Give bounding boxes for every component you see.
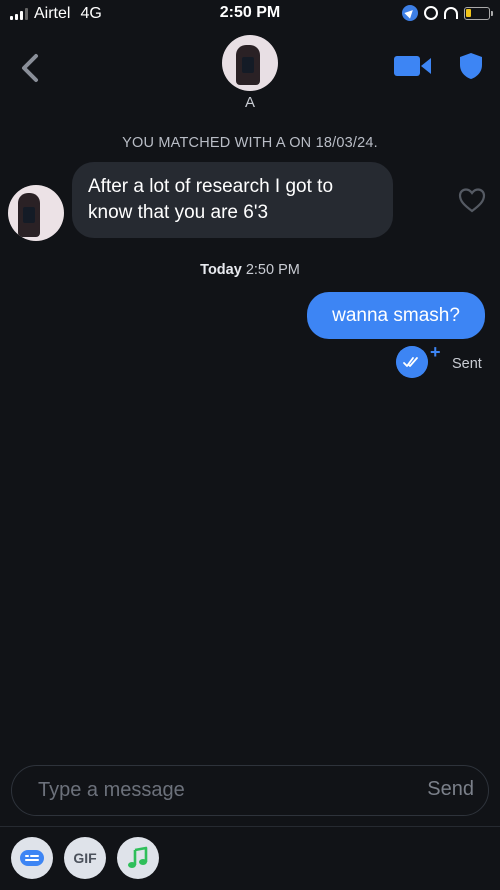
chat-header: A: [0, 30, 500, 111]
headphones-icon: [444, 7, 458, 19]
avatar-phone: [23, 207, 35, 223]
gif-icon: GIF: [73, 850, 97, 866]
status-bar: Airtel 4G 2:50 PM: [0, 0, 500, 30]
double-check-icon[interactable]: [396, 346, 428, 378]
music-icon: [128, 846, 148, 868]
heart-icon[interactable]: [458, 187, 486, 213]
message-avatar[interactable]: [8, 185, 64, 241]
battery-icon: [464, 6, 493, 20]
sticker-button[interactable]: [11, 837, 53, 879]
safety-shield-icon[interactable]: [458, 52, 484, 80]
video-call-icon[interactable]: [394, 55, 432, 77]
sent-status: Sent: [452, 356, 482, 372]
music-button[interactable]: [117, 837, 159, 879]
match-banner: YOU MATCHED WITH A ON 18/03/24.: [122, 135, 378, 151]
contact-avatar[interactable]: [222, 35, 278, 91]
add-receipt-plus[interactable]: +: [430, 343, 441, 361]
timestamp-time: 2:50 PM: [245, 262, 300, 278]
avatar-phone: [242, 57, 254, 73]
send-button[interactable]: Send: [427, 778, 474, 801]
status-right: [402, 5, 493, 21]
received-message-line-2: know that you are 6'3: [88, 202, 269, 223]
gif-button[interactable]: GIF: [64, 837, 106, 879]
message-timestamp: Today 2:50 PM: [0, 262, 500, 278]
sent-message-bubble[interactable]: wanna smash?: [307, 292, 485, 339]
sticker-icon: [20, 850, 44, 866]
received-message-bubble[interactable]: After a lot of research I got to know th…: [72, 162, 393, 238]
rotation-lock-icon: [424, 6, 438, 20]
timestamp-day: Today: [200, 262, 242, 278]
composer-toolbar: GIF: [0, 826, 500, 890]
message-composer: Send: [11, 765, 489, 816]
back-button[interactable]: [18, 52, 42, 84]
message-input[interactable]: [38, 766, 398, 815]
received-message-line-1: After a lot of research I got to: [88, 176, 334, 197]
contact-name[interactable]: A: [0, 94, 500, 111]
location-icon: [402, 5, 418, 21]
